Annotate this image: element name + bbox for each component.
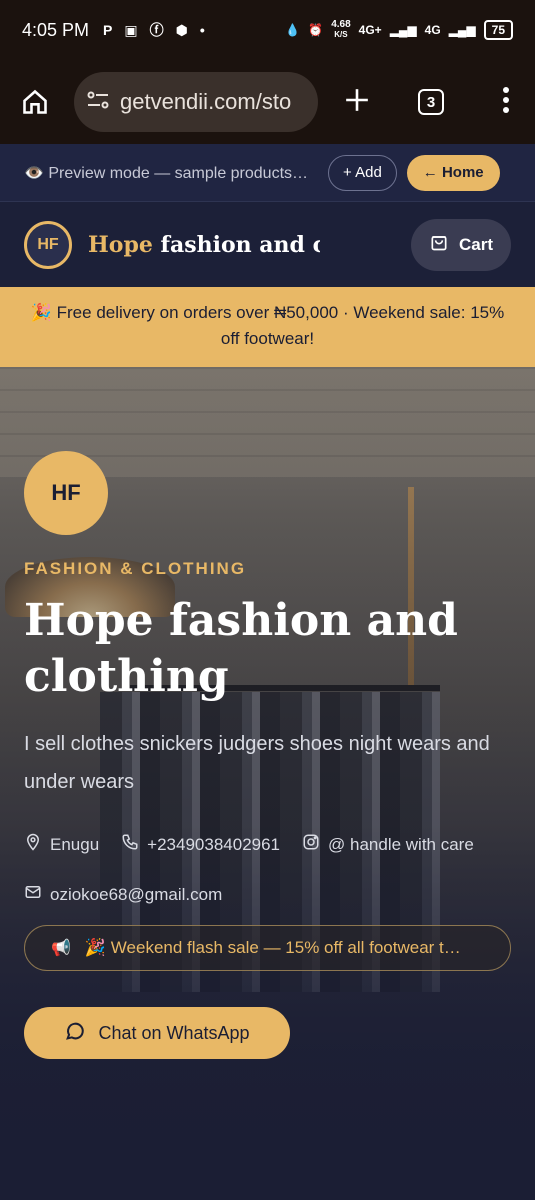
parking-icon: P xyxy=(103,22,113,38)
status-right: 💧 ⏰ 4.68 K/S 4G+ ▂▄▆ 4G ▂▄▆ 75 xyxy=(285,20,513,40)
preview-bar: 👁️ Preview mode — sample products… + Add… xyxy=(0,144,535,202)
instagram-item[interactable]: @ handle with care xyxy=(302,833,474,856)
store-name[interactable]: Hope fashion and clo xyxy=(88,232,320,258)
promo-banner: 🎉 Free delivery on orders over ₦50,000 ·… xyxy=(0,287,535,367)
phone-icon xyxy=(121,833,139,856)
add-button[interactable]: + Add xyxy=(328,154,397,191)
whatsapp-label: Chat on WhatsApp xyxy=(98,1022,250,1043)
url-bar[interactable]: getvendii.com/sto xyxy=(74,72,318,132)
email-text[interactable]: oziokoe68@gmail.com xyxy=(50,885,222,905)
whatsapp-chat-button[interactable]: Chat on WhatsApp xyxy=(24,1007,290,1059)
signal-bars-icon-2: ▂▄▆ xyxy=(448,23,476,37)
promo-text: 🎉 Free delivery on orders over ₦50,000 ·… xyxy=(30,303,505,348)
store-name-accent: Hope xyxy=(88,231,153,258)
status-time: 4:05 PM xyxy=(22,19,90,40)
preview-mode-text: 👁️ Preview mode — sample products… xyxy=(24,164,309,182)
url-text[interactable]: getvendii.com/sto xyxy=(120,89,291,115)
chat-bubble-icon xyxy=(64,1020,86,1047)
site-settings-icon[interactable] xyxy=(86,89,110,116)
email-item[interactable]: oziokoe68@gmail.com xyxy=(24,883,222,906)
dot-icon: • xyxy=(199,22,205,38)
app-icon: ▣ xyxy=(124,21,138,38)
battery-icon: 75 xyxy=(483,20,513,40)
notification-icons: P ▣ ⓕ ⬢ • xyxy=(103,20,205,40)
instagram-text[interactable]: @ handle with care xyxy=(328,835,474,855)
store-header: HF Hope fashion and clo Cart xyxy=(0,202,535,287)
hero-section: HF FASHION & CLOTHING Hope fashion and c… xyxy=(0,367,535,1200)
contact-row-1: Enugu +2349038402961 @ handle with care xyxy=(24,833,496,856)
hero-title: Hope fashion and clothing xyxy=(24,595,458,702)
flash-sale-banner[interactable]: 📢 🎉 Weekend flash sale — 15% off all foo… xyxy=(24,925,511,971)
net-speed: 4.68 K/S xyxy=(331,19,351,40)
location-item: Enugu xyxy=(24,833,99,856)
signal-4g-plus: 4G+ xyxy=(358,23,382,37)
alarm-icon: ⏰ xyxy=(308,23,324,37)
android-icon: ⬢ xyxy=(175,21,188,38)
location-text: Enugu xyxy=(50,834,100,854)
home-icon[interactable] xyxy=(16,83,54,121)
email-icon xyxy=(24,883,42,906)
new-tab-icon[interactable] xyxy=(344,87,370,118)
shopping-bag-icon xyxy=(429,232,449,257)
facebook-icon: ⓕ xyxy=(149,22,164,38)
hero-description: I sell clothes snickers judgers shoes ni… xyxy=(24,733,490,793)
store-name-rest: fashion and clo xyxy=(160,231,321,258)
store-category: FASHION & CLOTHING xyxy=(24,559,247,578)
flash-sale-text: 🎉 Weekend flash sale — 15% off all footw… xyxy=(84,938,461,957)
contact-row-2: oziokoe68@gmail.com xyxy=(24,883,244,906)
store-logo[interactable]: HF xyxy=(24,220,72,269)
home-button[interactable]: ← Home xyxy=(406,154,500,191)
hero-logo: HF xyxy=(24,451,108,535)
drop-icon: 💧 xyxy=(285,23,301,37)
phone-text[interactable]: +2349038402961 xyxy=(147,835,280,855)
phone-item[interactable]: +2349038402961 xyxy=(121,833,280,856)
location-pin-icon xyxy=(24,833,42,856)
signal-4g: 4G xyxy=(424,23,441,37)
tab-switcher-button[interactable]: 3 xyxy=(418,89,444,115)
browser-toolbar: getvendii.com/sto 3 xyxy=(0,60,535,144)
more-menu-icon[interactable] xyxy=(502,86,510,118)
cart-button[interactable]: Cart xyxy=(411,218,511,271)
signal-bars-icon: ▂▄▆ xyxy=(389,23,417,37)
megaphone-icon: 📢 xyxy=(51,940,71,957)
instagram-icon xyxy=(302,833,320,856)
status-bar: 4:05 PM P ▣ ⓕ ⬢ • 💧 ⏰ 4.68 K/S 4G+ ▂▄▆ 4… xyxy=(0,0,535,60)
cart-label: Cart xyxy=(458,234,493,254)
